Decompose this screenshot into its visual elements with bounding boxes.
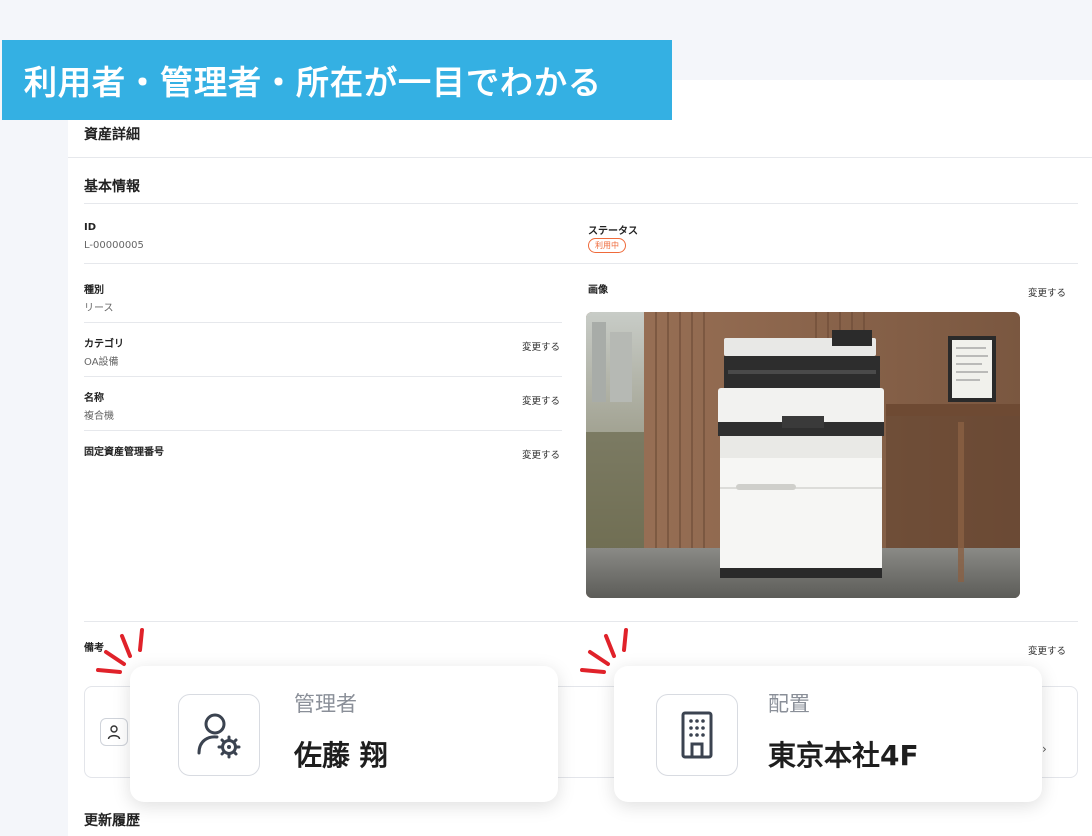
id-label: ID [84,222,97,233]
divider [84,376,562,377]
highlight-spark-icon [96,628,144,674]
headline-banner: 利用者・管理者・所在が一目でわかる [2,40,672,120]
image-change-link[interactable]: 変更する [1028,285,1066,299]
location-value: 東京本社4F [768,739,919,772]
category-change-link[interactable]: 変更する [522,339,560,353]
type-label: 種別 [84,285,104,296]
asset-number-change-link[interactable]: 変更する [522,447,560,461]
notes-change-link[interactable]: 変更する [1028,643,1066,657]
manager-name: 佐藤 翔 [294,739,388,772]
name-label: 名称 [84,393,104,404]
status-badge: 利用中 [588,238,626,253]
name-change-link[interactable]: 変更する [522,393,560,407]
status-label: ステータス [588,226,638,237]
divider [68,157,1092,158]
asset-photo [586,312,1020,598]
highlight-spark-icon [580,628,628,674]
type-value: リース [84,303,114,314]
location-caption: 配置 [768,692,810,716]
asset-number-label: 固定資産管理番号 [84,447,164,458]
divider [84,621,1078,622]
manager-caption: 管理者 [294,692,357,716]
category-value: OA設備 [84,357,119,368]
divider [84,263,1078,264]
category-label: カテゴリ [84,339,124,350]
manager-card: 管理者 佐藤 翔 [130,666,558,802]
page-title: 資産詳細 [84,127,140,143]
location-card: 配置 東京本社4F [614,666,1042,802]
chevron-right-icon[interactable]: › [1042,742,1047,756]
building-icon [656,694,738,776]
section-title-basic-info: 基本情報 [84,179,140,195]
divider [84,203,1078,204]
divider [84,322,562,323]
name-value: 複合機 [84,411,114,422]
image-label: 画像 [588,285,608,296]
divider [84,430,562,431]
section-title-history: 更新履歴 [84,813,140,829]
id-value: L-00000005 [84,240,144,251]
user-gear-icon [178,694,260,776]
user-icon [100,718,128,746]
